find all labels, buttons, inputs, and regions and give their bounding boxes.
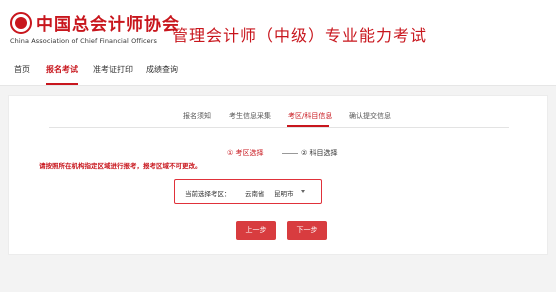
page-title: 管理会计师（中级）专业能力考试 — [172, 26, 428, 45]
previous-step-button[interactable]: 上一步 — [236, 221, 276, 240]
logo-chinese-name[interactable]: 中国总会计师协会 — [36, 10, 180, 35]
main-nav: 首页 报名考试 准考证打印 成绩查询 — [0, 56, 556, 86]
selected-province: 云南省 — [245, 190, 265, 198]
logo-english-name: China Association of Chief Financial Off… — [10, 37, 158, 45]
nav-item-home[interactable]: 首页 — [14, 64, 30, 75]
step-tab-exam-area-subject[interactable]: 考区/科目信息 — [288, 111, 332, 121]
step-tab-notice[interactable]: 报名须知 — [183, 111, 211, 121]
nav-active-indicator — [46, 83, 78, 85]
step-tab-candidate-info[interactable]: 考生信息采集 — [229, 111, 271, 121]
chevron-down-icon[interactable] — [301, 190, 305, 193]
selected-area-label: 当前选择考区： — [185, 190, 231, 198]
registration-panel: 报名须知 考生信息采集 考区/科目信息 确认提交信息 ① 考区选择 ② 科目选择… — [8, 95, 548, 255]
step-tab-confirm-submit[interactable]: 确认提交信息 — [349, 111, 391, 121]
next-step-button[interactable]: 下一步 — [287, 221, 327, 240]
exam-area-selector[interactable]: 当前选择考区： 云南省 昆明市 — [174, 179, 322, 204]
nav-item-admission-ticket[interactable]: 准考证打印 — [93, 64, 133, 75]
sub-step-area-selection: ① 考区选择 — [227, 149, 264, 157]
nav-item-score-query[interactable]: 成绩查询 — [146, 64, 178, 75]
city-select[interactable]: 昆明市 — [274, 188, 294, 198]
site-header: 中国总会计师协会 China Association of Chief Fina… — [0, 0, 556, 56]
step-tabs: 报名须知 考生信息采集 考区/科目信息 确认提交信息 — [49, 110, 509, 128]
sub-step-subject-selection: ② 科目选择 — [301, 149, 338, 157]
association-logo-icon[interactable] — [10, 12, 32, 34]
step-active-indicator — [287, 125, 329, 127]
nav-item-registration[interactable]: 报名考试 — [46, 64, 78, 75]
area-warning-text: 请按照所在机构指定区域进行报考，报考区域不可更改。 — [39, 162, 202, 170]
sub-step-divider — [282, 153, 298, 154]
